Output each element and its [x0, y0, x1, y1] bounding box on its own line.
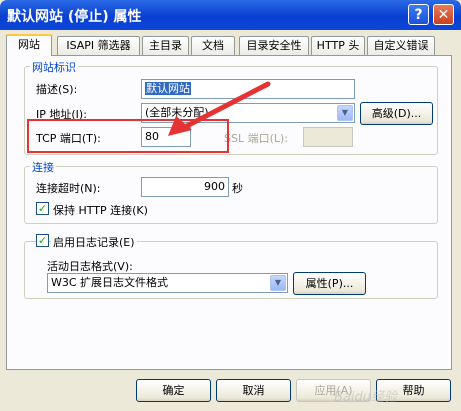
- description-input[interactable]: 默认网站: [141, 79, 355, 99]
- site-identity-group-label: 网站标识: [30, 59, 78, 75]
- enable-logging-label: 启用日志记录(E): [51, 234, 137, 250]
- tab-custom-errors[interactable]: 自定义错误: [367, 36, 435, 55]
- title-bar[interactable]: 默认网站 (停止) 属性 ? ✕: [0, 0, 461, 30]
- help-icon[interactable]: ?: [408, 4, 429, 25]
- description-value: 默认网站: [145, 82, 191, 95]
- chevron-down-icon[interactable]: ▼: [337, 105, 353, 121]
- ssl-port-label: SSL 端口(L):: [224, 132, 289, 145]
- log-format-label: 活动日志格式(V):: [47, 260, 133, 273]
- keepalive-checkbox[interactable]: ✓: [36, 202, 49, 215]
- tab-documents[interactable]: 文档: [191, 36, 235, 55]
- keepalive-label: 保持 HTTP 连接(K): [53, 204, 148, 217]
- tab-directory-security[interactable]: 目录安全性: [239, 36, 309, 55]
- log-format-select[interactable]: W3C 扩展日志文件格式 ▼: [47, 273, 288, 293]
- watermark: Baidu经验: [334, 390, 397, 405]
- close-icon[interactable]: ✕: [433, 4, 454, 25]
- tab-website[interactable]: 网站: [6, 34, 52, 56]
- tab-isapi-filters[interactable]: ISAPI 筛选器: [57, 36, 140, 55]
- connections-group-label: 连接: [30, 159, 56, 175]
- log-properties-button[interactable]: 属性(P)...: [293, 272, 366, 295]
- advanced-button[interactable]: 高级(D)...: [360, 102, 433, 125]
- enable-logging-checkbox[interactable]: ✓: [36, 234, 49, 247]
- ssl-port-input: [303, 127, 353, 147]
- tab-home-directory[interactable]: 主目录: [142, 36, 189, 55]
- tab-http-headers[interactable]: HTTP 头: [311, 36, 365, 55]
- ok-button[interactable]: 确定: [136, 379, 211, 402]
- timeout-input[interactable]: 900: [141, 177, 229, 197]
- log-format-value: W3C 扩展日志文件格式: [51, 276, 169, 289]
- chevron-down-icon[interactable]: ▼: [270, 275, 286, 291]
- properties-dialog: 默认网站 (停止) 属性 ? ✕ 网站 ISAPI 筛选器 主目录 文档 目录安…: [0, 0, 461, 411]
- tcp-port-highlight-box: [27, 119, 229, 153]
- ip-address-value: (全部未分配): [145, 106, 209, 119]
- cancel-button[interactable]: 取消: [216, 379, 291, 402]
- description-label: 描述(S):: [36, 83, 78, 96]
- timeout-label: 连接超时(N):: [36, 182, 101, 195]
- window-title: 默认网站 (停止) 属性: [7, 9, 142, 25]
- timeout-unit: 秒: [232, 182, 243, 195]
- tab-strip: 网站 ISAPI 筛选器 主目录 文档 目录安全性 HTTP 头 自定义错误: [0, 34, 461, 56]
